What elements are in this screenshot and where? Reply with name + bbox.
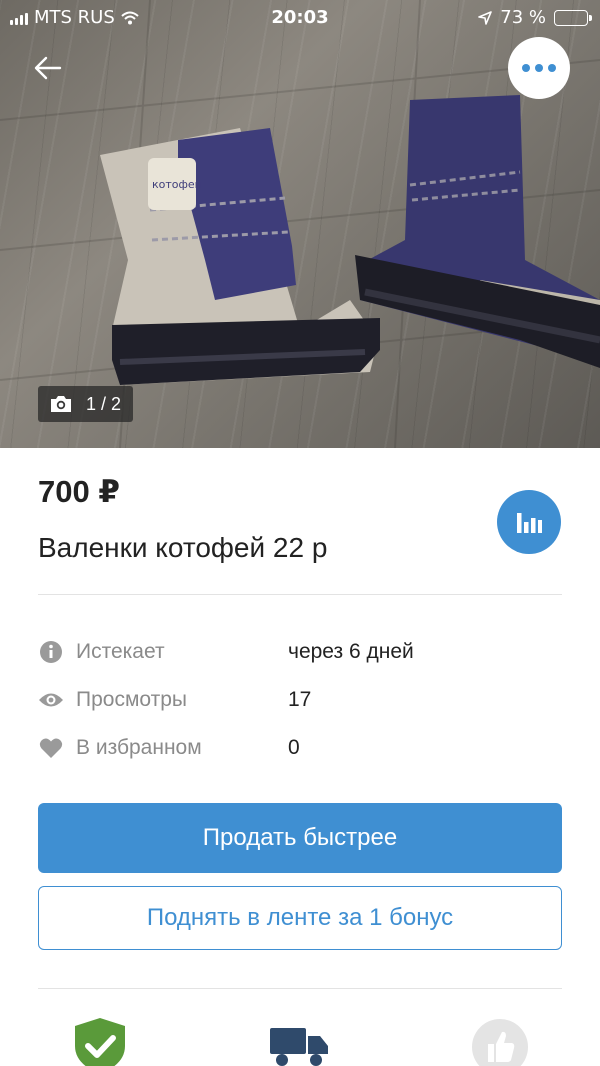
detail-row-views: Просмотры 17 — [38, 685, 562, 715]
listing-price: 700 ₽ — [38, 474, 120, 509]
heart-icon — [38, 735, 64, 761]
info-icon — [38, 639, 64, 665]
more-options-button[interactable] — [508, 37, 570, 99]
detail-label: Просмотры — [76, 688, 187, 711]
back-arrow-icon — [34, 56, 62, 80]
detail-value: через 6 дней — [288, 640, 414, 663]
shield-check-icon — [75, 1018, 125, 1066]
detail-row-favorites: В избранном 0 — [38, 733, 562, 763]
delivery-truck-icon — [270, 1028, 328, 1066]
status-bar: MTS RUS 20:03 73 % — [0, 0, 600, 36]
bar-chart-icon — [517, 513, 542, 533]
divider — [38, 988, 562, 989]
thumbs-up-icon — [472, 1019, 528, 1066]
more-dots-icon — [522, 64, 530, 72]
battery-percent: 73 % — [500, 7, 546, 28]
badge-verified[interactable] — [73, 1016, 127, 1066]
battery-icon — [554, 9, 592, 26]
photo-counter: 1 / 2 — [38, 386, 134, 422]
camera-icon — [51, 396, 71, 412]
detail-value: 0 — [288, 736, 300, 759]
location-arrow-icon — [478, 10, 493, 25]
product-photo[interactable]: котофей MTS RUS 20:03 73 % 1 / 2 — [0, 0, 600, 448]
detail-label: Истекает — [76, 640, 165, 663]
detail-label: В избранном — [76, 736, 202, 759]
sell-faster-button[interactable]: Продать быстрее — [38, 803, 562, 873]
badge-rating[interactable] — [471, 1018, 529, 1066]
eye-icon — [38, 687, 64, 713]
statistics-button[interactable] — [497, 490, 561, 554]
divider — [38, 594, 562, 595]
photo-counter-text: 1 / 2 — [86, 393, 122, 414]
listing-title: Валенки котофей 22 р — [38, 532, 328, 563]
back-button[interactable] — [30, 50, 66, 86]
detail-value: 17 — [288, 688, 312, 711]
detail-row-expires: Истекает через 6 дней — [38, 637, 562, 667]
svg-text:котофей: котофей — [152, 178, 202, 191]
badge-delivery[interactable] — [270, 1026, 330, 1066]
raise-in-feed-button[interactable]: Поднять в ленте за 1 бонус — [38, 886, 562, 950]
